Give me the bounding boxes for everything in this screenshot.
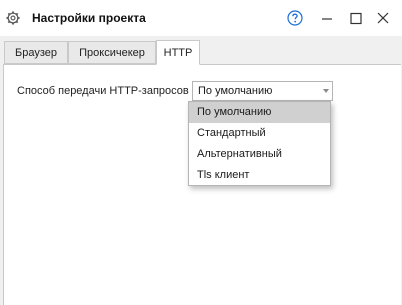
request-method-label: Способ передачи HTTP-запросов: [17, 85, 189, 97]
gear-icon: [6, 11, 20, 25]
tab-browser[interactable]: Браузер: [4, 41, 68, 64]
request-method-value: По умолчанию: [198, 85, 273, 97]
tab-proxy-checker[interactable]: Проксичекер: [68, 41, 156, 64]
tab-http[interactable]: HTTP: [156, 40, 200, 65]
close-icon[interactable]: [375, 10, 391, 26]
dropdown-option-tls-client[interactable]: Tls клиент: [189, 165, 330, 186]
dropdown-option-default[interactable]: По умолчанию: [189, 102, 330, 123]
minimize-icon[interactable]: [319, 10, 335, 26]
title-bar: Настройки проекта: [0, 0, 402, 36]
dropdown-option-alternative[interactable]: Альтернативный: [189, 144, 330, 165]
request-method-select[interactable]: По умолчанию: [192, 81, 333, 101]
dropdown-option-standard[interactable]: Стандартный: [189, 123, 330, 144]
chevron-down-icon[interactable]: [323, 89, 329, 93]
maximize-icon[interactable]: [348, 10, 364, 26]
request-method-dropdown: По умолчанию Стандартный Альтернативный …: [188, 101, 331, 186]
window-title: Настройки проекта: [32, 11, 146, 25]
help-circle-icon[interactable]: [287, 10, 303, 26]
